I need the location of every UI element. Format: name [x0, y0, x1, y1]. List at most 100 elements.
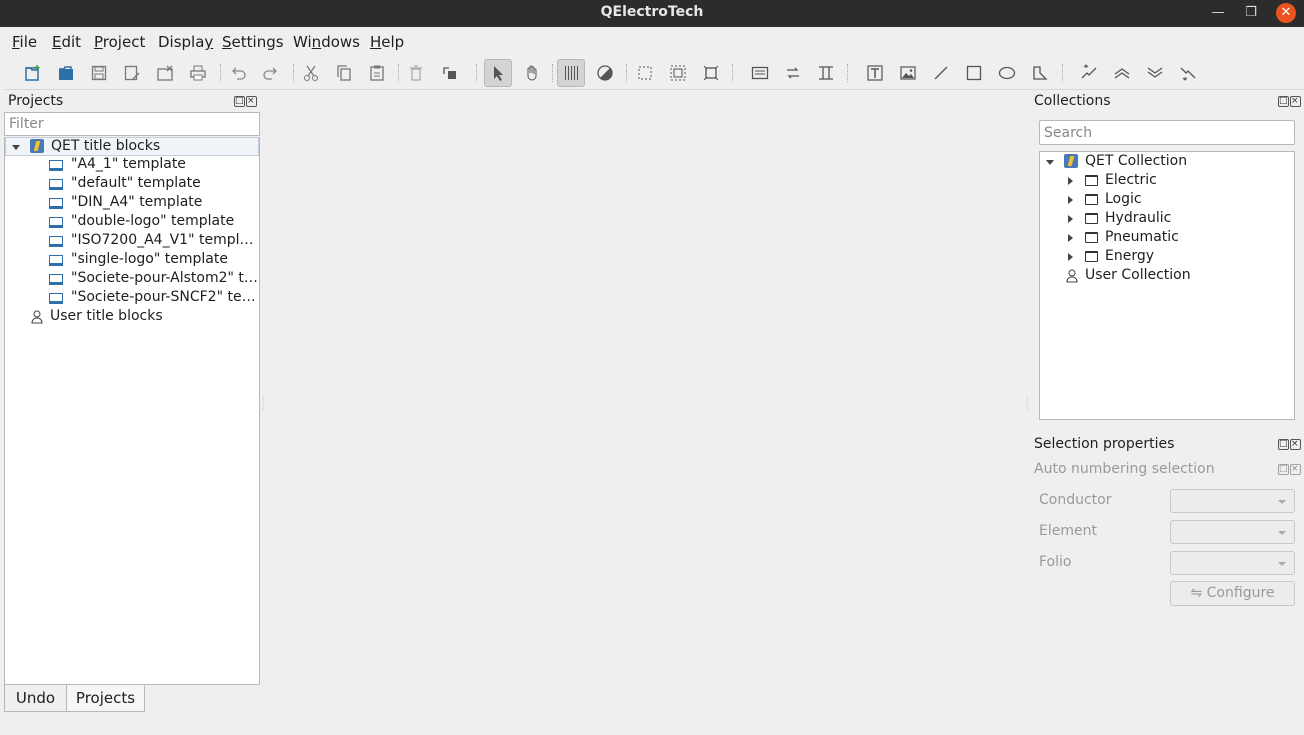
add-ellipse-icon[interactable]	[993, 59, 1021, 87]
zoom-fit-icon[interactable]	[631, 59, 659, 87]
titleblock-template-icon	[49, 274, 63, 285]
conductor-icon[interactable]	[812, 59, 840, 87]
menu-edit[interactable]: Edit	[52, 33, 81, 51]
tree-item-folder[interactable]: Hydraulic	[1040, 210, 1294, 229]
menu-bar: File Edit Project Display Settings Windo…	[4, 27, 1304, 54]
print-icon[interactable]	[184, 59, 212, 87]
qet-logo-icon	[1064, 154, 1078, 168]
maximize-button[interactable]: ❐	[1241, 3, 1261, 23]
collection-search-input[interactable]	[1039, 120, 1295, 145]
zoom-content-icon[interactable]	[664, 59, 692, 87]
float-dock-icon[interactable]: □	[1278, 96, 1289, 107]
redo-icon[interactable]	[257, 59, 285, 87]
cut-icon[interactable]	[297, 59, 325, 87]
sliders-icon: ⇋	[1190, 585, 1203, 601]
swap-icon[interactable]	[779, 59, 807, 87]
tree-item-template[interactable]: "DIN_A4" template	[5, 194, 259, 213]
add-polygon-icon[interactable]	[1026, 59, 1054, 87]
qet-logo-icon	[30, 139, 44, 153]
zoom-reset-icon[interactable]	[697, 59, 725, 87]
tree-item-qet-title-blocks[interactable]: QET title blocks	[5, 137, 259, 156]
close-dock-icon[interactable]: ×	[1290, 96, 1301, 107]
projects-dock: Projects □× QET title blocks "A4_1" temp…	[4, 91, 260, 685]
collections-tree[interactable]: QET Collection Electric Logic Hydraulic …	[1039, 151, 1295, 420]
float-dock-icon[interactable]: □	[1278, 464, 1289, 475]
close-button[interactable]: ✕	[1276, 3, 1296, 23]
rotate-icon[interactable]	[435, 59, 463, 87]
close-dock-icon[interactable]: ×	[1290, 464, 1301, 475]
element-label: Element	[1039, 523, 1097, 539]
close-dock-icon[interactable]: ×	[1290, 439, 1301, 450]
add-rectangle-icon[interactable]	[960, 59, 988, 87]
tree-item-template[interactable]: "Societe-pour-SNCF2" te…	[5, 289, 259, 308]
collapse-arrow-icon[interactable]	[1068, 253, 1073, 261]
left-splitter-handle[interactable]: · · · · ·	[262, 394, 265, 414]
configure-button[interactable]: ⇋ Configure	[1170, 581, 1295, 606]
tree-item-template[interactable]: "Societe-pour-Alstom2" t…	[5, 270, 259, 289]
expand-arrow-icon[interactable]	[12, 145, 20, 150]
titleblock-icon[interactable]	[746, 59, 774, 87]
add-image-icon[interactable]	[894, 59, 922, 87]
menu-project[interactable]: Project	[94, 33, 145, 51]
tree-item-template[interactable]: "A4_1" template	[5, 156, 259, 175]
tree-item-folder[interactable]: Logic	[1040, 191, 1294, 210]
tree-item-folder[interactable]: Electric	[1040, 172, 1294, 191]
titleblock-template-icon	[49, 217, 63, 228]
select-mode-icon[interactable]	[484, 59, 512, 87]
tree-item-template[interactable]: "ISO7200_A4_V1" templ…	[5, 232, 259, 251]
menu-display[interactable]: Display	[158, 33, 213, 51]
send-backward-icon[interactable]	[1174, 59, 1202, 87]
tree-item-user-title-blocks[interactable]: User title blocks	[5, 308, 259, 327]
titleblock-template-icon	[49, 236, 63, 247]
save-icon[interactable]	[85, 59, 113, 87]
menu-help[interactable]: Help	[370, 33, 404, 51]
lower-icon[interactable]	[1141, 59, 1169, 87]
tab-undo[interactable]: Undo	[4, 685, 66, 712]
element-combo[interactable]	[1170, 520, 1295, 544]
grid-icon[interactable]	[557, 59, 585, 87]
conductor-combo[interactable]	[1170, 489, 1295, 513]
open-project-icon[interactable]	[52, 59, 80, 87]
float-dock-icon[interactable]: □	[1278, 439, 1289, 450]
add-line-icon[interactable]	[927, 59, 955, 87]
pan-mode-icon[interactable]	[518, 59, 546, 87]
save-as-icon[interactable]	[118, 59, 146, 87]
tree-item-template[interactable]: "double-logo" template	[5, 213, 259, 232]
tree-item-template[interactable]: "default" template	[5, 175, 259, 194]
folder-icon	[1085, 194, 1098, 205]
right-splitter-handle[interactable]: · · · · ·	[1026, 394, 1029, 414]
minimize-button[interactable]: —	[1208, 3, 1228, 23]
undo-icon[interactable]	[224, 59, 252, 87]
add-text-icon[interactable]	[861, 59, 889, 87]
menu-settings[interactable]: Settings	[222, 33, 284, 51]
raise-icon[interactable]	[1108, 59, 1136, 87]
collapse-arrow-icon[interactable]	[1068, 234, 1073, 242]
close-dock-icon[interactable]: ×	[246, 96, 257, 107]
titleblock-template-icon	[49, 255, 63, 266]
project-filter-input[interactable]	[4, 112, 260, 136]
float-dock-icon[interactable]: □	[234, 96, 245, 107]
menu-windows[interactable]: Windows	[293, 33, 360, 51]
collapse-arrow-icon[interactable]	[1068, 177, 1073, 185]
tab-projects[interactable]: Projects	[66, 685, 145, 712]
tree-item-folder[interactable]: Energy	[1040, 248, 1294, 267]
expand-arrow-icon[interactable]	[1046, 160, 1054, 165]
collapse-arrow-icon[interactable]	[1068, 196, 1073, 204]
tree-item-folder[interactable]: Pneumatic	[1040, 229, 1294, 248]
color-icon[interactable]	[591, 59, 619, 87]
copy-icon[interactable]	[330, 59, 358, 87]
conductor-label: Conductor	[1039, 492, 1112, 508]
paste-icon[interactable]	[363, 59, 391, 87]
tree-item-user-collection[interactable]: User Collection	[1040, 267, 1294, 286]
bring-forward-icon[interactable]	[1075, 59, 1103, 87]
collapse-arrow-icon[interactable]	[1068, 215, 1073, 223]
projects-tree[interactable]: QET title blocks "A4_1" template "defaul…	[4, 137, 260, 685]
delete-icon[interactable]	[402, 59, 430, 87]
left-dock-tabbar: Undo Projects	[4, 685, 260, 713]
close-project-icon[interactable]	[151, 59, 179, 87]
new-project-icon[interactable]	[19, 59, 47, 87]
tree-item-qet-collection[interactable]: QET Collection	[1040, 153, 1294, 172]
tree-item-template[interactable]: "single-logo" template	[5, 251, 259, 270]
menu-file[interactable]: File	[12, 33, 37, 51]
folio-combo[interactable]	[1170, 551, 1295, 575]
